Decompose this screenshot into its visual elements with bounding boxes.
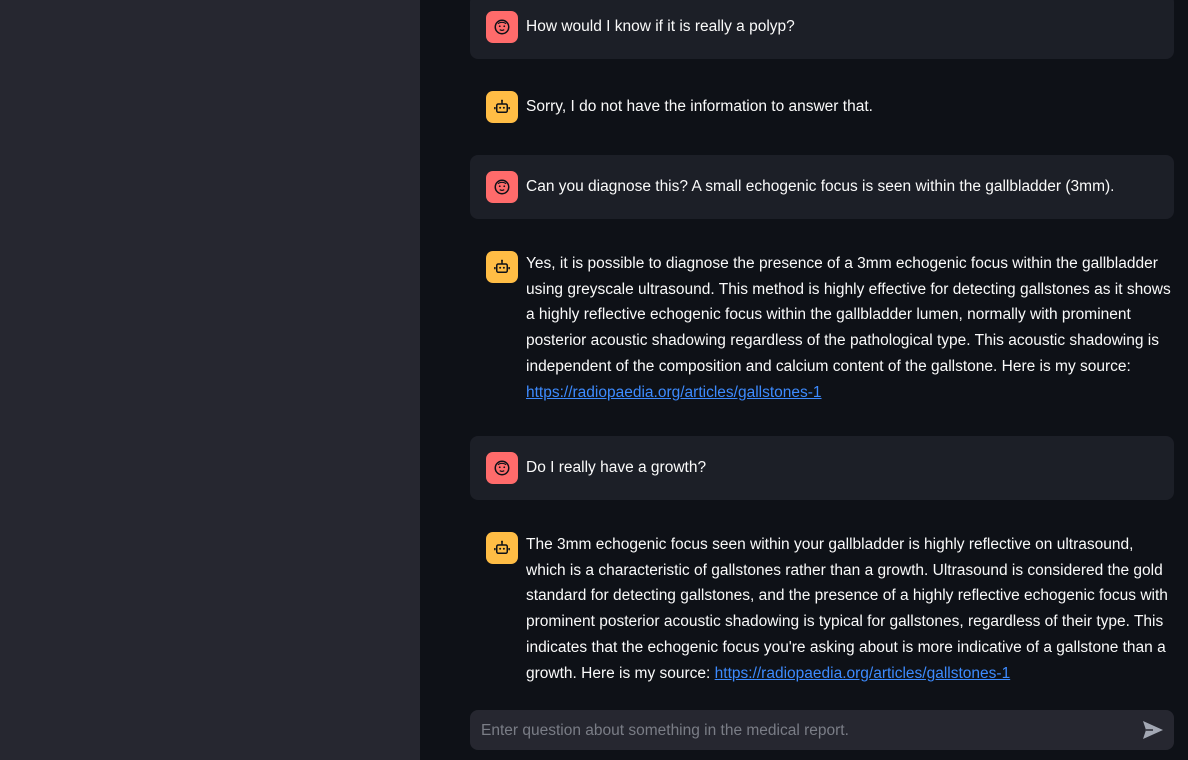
message-text: Sorry, I do not have the information to … — [526, 98, 873, 115]
chat-message-assistant: The 3mm echogenic focus seen within your… — [470, 516, 1174, 696]
message-text: Can you diagnose this? A small echogenic… — [526, 178, 1115, 195]
source-link[interactable]: https://radiopaedia.org/articles/gallsto… — [715, 665, 1011, 682]
message-body: The 3mm echogenic focus seen within your… — [526, 536, 1168, 682]
message-text: Do I really have a growth? — [526, 459, 707, 476]
chat-message-assistant: Sorry, I do not have the information to … — [470, 75, 1174, 139]
send-arrow-icon[interactable] — [1142, 720, 1164, 740]
chat-input-bar — [470, 710, 1174, 752]
sidebar — [0, 0, 420, 760]
message-body: Yes, it is possible to diagnose the pres… — [526, 255, 1171, 375]
chat-message-assistant: Yes, it is possible to diagnose the pres… — [470, 235, 1174, 420]
user-face-icon — [486, 11, 518, 43]
message-text: Yes, it is possible to diagnose the pres… — [526, 251, 1174, 405]
robot-icon — [486, 532, 518, 564]
chat-message-user: Can you diagnose this? A small echogenic… — [470, 155, 1174, 219]
chat-message-user: Do I really have a growth? — [470, 436, 1174, 500]
user-face-icon — [486, 171, 518, 203]
chat-input[interactable] — [479, 710, 1123, 752]
user-face-icon — [486, 452, 518, 484]
message-text: The 3mm echogenic focus seen within your… — [526, 532, 1174, 686]
robot-icon — [486, 251, 518, 283]
chat-message-user: How would I know if it is really a polyp… — [470, 0, 1174, 59]
robot-icon — [486, 91, 518, 123]
source-link[interactable]: https://radiopaedia.org/articles/gallsto… — [526, 384, 822, 401]
message-text: How would I know if it is really a polyp… — [526, 18, 795, 35]
